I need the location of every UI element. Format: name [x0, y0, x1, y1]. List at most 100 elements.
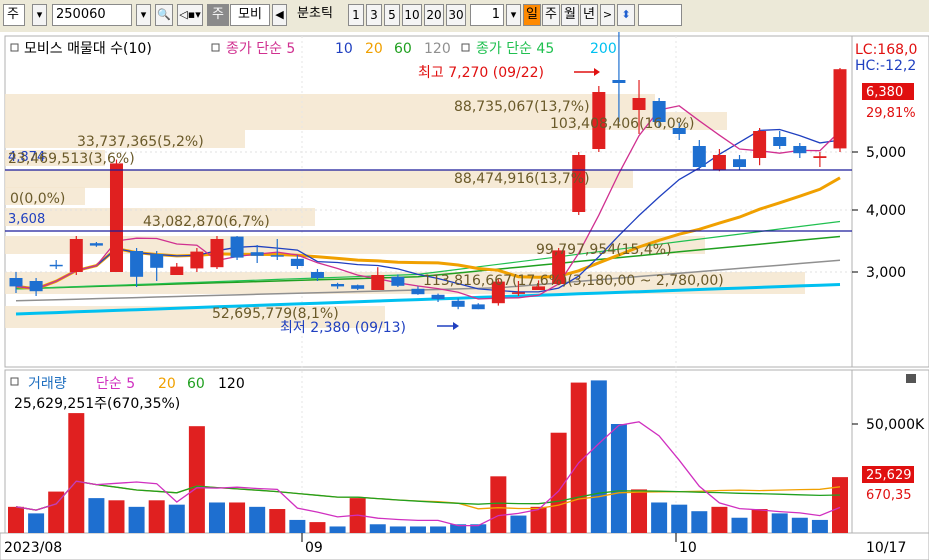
code-dropdown-icon[interactable]: ▾	[136, 4, 151, 26]
volume-bar	[148, 500, 165, 533]
volume-bar	[832, 477, 848, 533]
vp-label-6: 88,474,916(13,7%)	[454, 171, 590, 187]
low-annotation: 최저 2,380 (09/13)	[280, 320, 406, 336]
sort-arrows-icon[interactable]: ⬍	[617, 4, 635, 26]
stock-type-label: 주	[212, 7, 224, 22]
axis-label-3000: 3,000	[866, 265, 906, 281]
period-label: 20	[426, 8, 442, 22]
volume-bar	[269, 509, 286, 533]
volume-bar	[8, 506, 24, 533]
volume-bar	[631, 489, 648, 533]
vol-legend-ma20: 20	[158, 376, 176, 392]
candle-body	[150, 254, 164, 268]
year-label: 년	[583, 7, 595, 22]
nav-next-button[interactable]: >	[600, 4, 615, 26]
volume-bar	[68, 413, 85, 533]
nav-next-label: >	[602, 8, 613, 21]
period-option-10[interactable]: 10	[402, 4, 422, 26]
legend-box-2	[211, 43, 220, 52]
current-volume-pct: 670,35	[866, 488, 912, 503]
candle-body	[712, 155, 726, 170]
legend-box-1	[10, 43, 19, 52]
legend-ma5: 종가 단순 5	[226, 41, 295, 57]
extra-input[interactable]	[638, 4, 682, 26]
candle	[230, 236, 244, 260]
speaker-icon[interactable]: ◁▪▾	[177, 4, 203, 26]
volume-bar	[430, 526, 447, 533]
candle-body	[371, 275, 385, 290]
period-label: 3	[370, 8, 378, 22]
date-label-10: 10	[679, 540, 697, 556]
lc-label: LC:168,0	[855, 42, 917, 58]
period-option-3[interactable]: 3	[366, 4, 382, 26]
market-label: 주	[7, 7, 19, 22]
candle-body	[290, 258, 304, 266]
week-button[interactable]: 주	[542, 4, 560, 26]
period-prefix-label: 분초틱	[297, 6, 333, 21]
volume-bar	[168, 504, 185, 533]
candle-body	[230, 236, 244, 258]
candle	[190, 248, 204, 272]
period-option-5[interactable]: 5	[384, 4, 400, 26]
volume-bar	[590, 380, 607, 533]
stock-code-input[interactable]: 250060	[52, 4, 132, 26]
current-price: 6,380	[866, 85, 903, 100]
stock-name-display: 모비	[230, 4, 270, 26]
legend-box-3	[461, 43, 470, 52]
volume-bar	[671, 504, 688, 533]
panel-close-icon[interactable]	[906, 374, 916, 383]
legend-ma10: 10	[335, 41, 353, 57]
period-count-input[interactable]: 1	[470, 4, 504, 26]
candle-body	[250, 252, 264, 256]
legend-ma120: 120	[424, 41, 451, 57]
day-button[interactable]: 일	[523, 4, 541, 26]
candle-body	[753, 131, 767, 158]
year-button[interactable]: 년	[580, 4, 598, 26]
candle-body	[351, 285, 365, 289]
period-label: 30	[448, 8, 464, 22]
candle-body	[391, 276, 405, 286]
current-volume: 25,629	[866, 468, 912, 483]
volume-bar	[389, 526, 406, 533]
date-label-09: 09	[305, 540, 323, 556]
week-label: 주	[545, 7, 557, 22]
legend-ma200: 200	[590, 41, 617, 57]
nav-prev-button[interactable]: ◀	[272, 4, 287, 26]
vp-label-9: 113,816,667(17,6%)(3,180,00 ~ 2,780,00)	[423, 273, 724, 289]
candle-body	[632, 98, 646, 110]
day-label: 일	[526, 7, 538, 22]
market-dropdown-icon[interactable]: ▾	[32, 4, 47, 26]
candle-body	[170, 266, 184, 275]
candle-body	[49, 264, 63, 267]
period-option-1[interactable]: 1	[348, 4, 364, 26]
month-button[interactable]: 월	[561, 4, 579, 26]
search-icon[interactable]: 🔍	[155, 4, 173, 26]
vol-axis-label: 50,000K	[866, 417, 925, 433]
vol-legend-ma60: 60	[187, 376, 205, 392]
volume-bar	[289, 519, 306, 533]
legend-volume-profile: 모비스 매물대 수(10)	[24, 41, 152, 57]
candle-body	[130, 251, 144, 277]
market-select[interactable]: 주	[3, 4, 25, 26]
axis-label-5000: 5,000	[866, 145, 906, 161]
vp-label-4: 23,469,513(3,6%)	[8, 151, 135, 167]
stock-type-button[interactable]: 주	[207, 4, 229, 26]
volume-readout: 25,629,251주(670,35%)	[14, 396, 180, 412]
stock-chart-window: { "toolbar": { "market_label": "주", "cod…	[0, 0, 929, 560]
volume-bar	[188, 426, 205, 533]
candle-body	[89, 243, 103, 246]
legend-ma60: 60	[394, 41, 412, 57]
candle	[210, 236, 224, 269]
stock-code-value: 250060	[56, 7, 106, 22]
candle-body	[471, 304, 485, 310]
legend-ma45: 종가 단순 45	[476, 41, 554, 57]
volume-bar	[490, 476, 507, 533]
candle	[69, 236, 83, 275]
left-ref-bottom: 3,608	[8, 212, 45, 227]
candle-body	[431, 294, 445, 299]
candle-body	[813, 156, 827, 158]
volume-bar	[610, 424, 627, 533]
period-option-20[interactable]: 20	[424, 4, 444, 26]
period-option-30[interactable]: 30	[446, 4, 466, 26]
count-dropdown-icon[interactable]: ▾	[506, 4, 521, 26]
